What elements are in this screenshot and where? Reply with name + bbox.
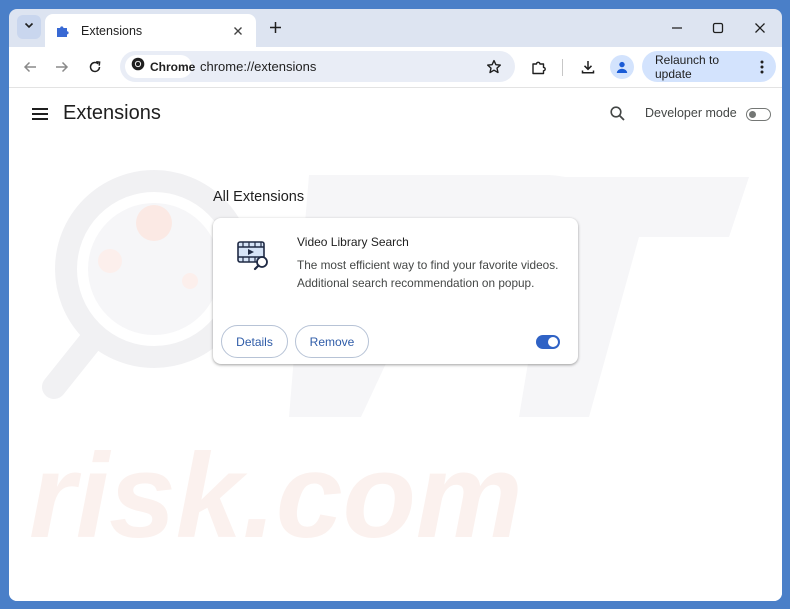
back-arrow-icon[interactable] (18, 55, 42, 79)
extension-card: Video Library Search The most efficient … (213, 218, 578, 364)
page-title: Extensions (63, 102, 161, 124)
extension-name: Video Library Search (297, 235, 409, 249)
relaunch-to-update-button[interactable]: Relaunch to update (642, 51, 776, 82)
section-title: All Extensions (213, 189, 305, 205)
browser-toolbar: Chrome chrome://extensions Relaunch to u… (9, 47, 782, 87)
reload-icon[interactable] (83, 55, 107, 79)
chip-label: Chrome (150, 59, 196, 74)
download-icon[interactable] (576, 55, 600, 79)
url-text[interactable]: chrome://extensions (200, 59, 316, 74)
extensions-page: risk.com Extensions Developer mode All E… (9, 87, 782, 601)
developer-mode-toggle[interactable] (746, 108, 771, 121)
plus-icon[interactable] (265, 17, 285, 37)
browser-window: Extensions Chrome chrome://extensions Re… (9, 9, 782, 601)
tab-title: Extensions (81, 23, 143, 38)
hamburger-menu-icon[interactable] (30, 104, 50, 124)
tab-strip: Extensions (9, 9, 782, 47)
tab-search-button[interactable] (17, 15, 41, 39)
chrome-logo-icon (131, 57, 145, 76)
profile-icon[interactable] (610, 55, 634, 79)
minimize-icon[interactable] (666, 17, 688, 39)
address-bar[interactable]: Chrome chrome://extensions (120, 51, 515, 82)
more-vert-icon[interactable] (754, 59, 770, 75)
puzzle-icon (55, 23, 71, 39)
toolbar-separator (562, 59, 563, 76)
site-info-chip[interactable]: Chrome (125, 55, 196, 78)
extension-description: The most efficient way to find your favo… (297, 258, 559, 290)
developer-mode-toggle-knob (749, 110, 756, 118)
close-window-icon[interactable] (749, 17, 771, 39)
relaunch-label: Relaunch to update (655, 52, 720, 81)
close-icon[interactable] (230, 23, 246, 39)
details-button[interactable]: Details (221, 325, 288, 358)
extension-enable-toggle-knob (548, 337, 558, 347)
header-divider (9, 87, 782, 88)
maximize-icon[interactable] (707, 17, 729, 39)
svg-text:risk.com: risk.com (29, 429, 523, 563)
forward-arrow-icon[interactable] (50, 55, 74, 79)
extension-enable-toggle[interactable] (536, 335, 560, 349)
tab-extensions[interactable]: Extensions (45, 14, 256, 47)
chevron-down-icon (23, 18, 35, 36)
star-icon[interactable] (485, 58, 503, 76)
remove-button[interactable]: Remove (295, 325, 369, 358)
extensions-puzzle-icon[interactable] (527, 55, 551, 79)
search-icon[interactable] (607, 103, 627, 123)
developer-mode-label: Developer mode (645, 106, 737, 120)
video-library-search-icon (237, 241, 268, 271)
